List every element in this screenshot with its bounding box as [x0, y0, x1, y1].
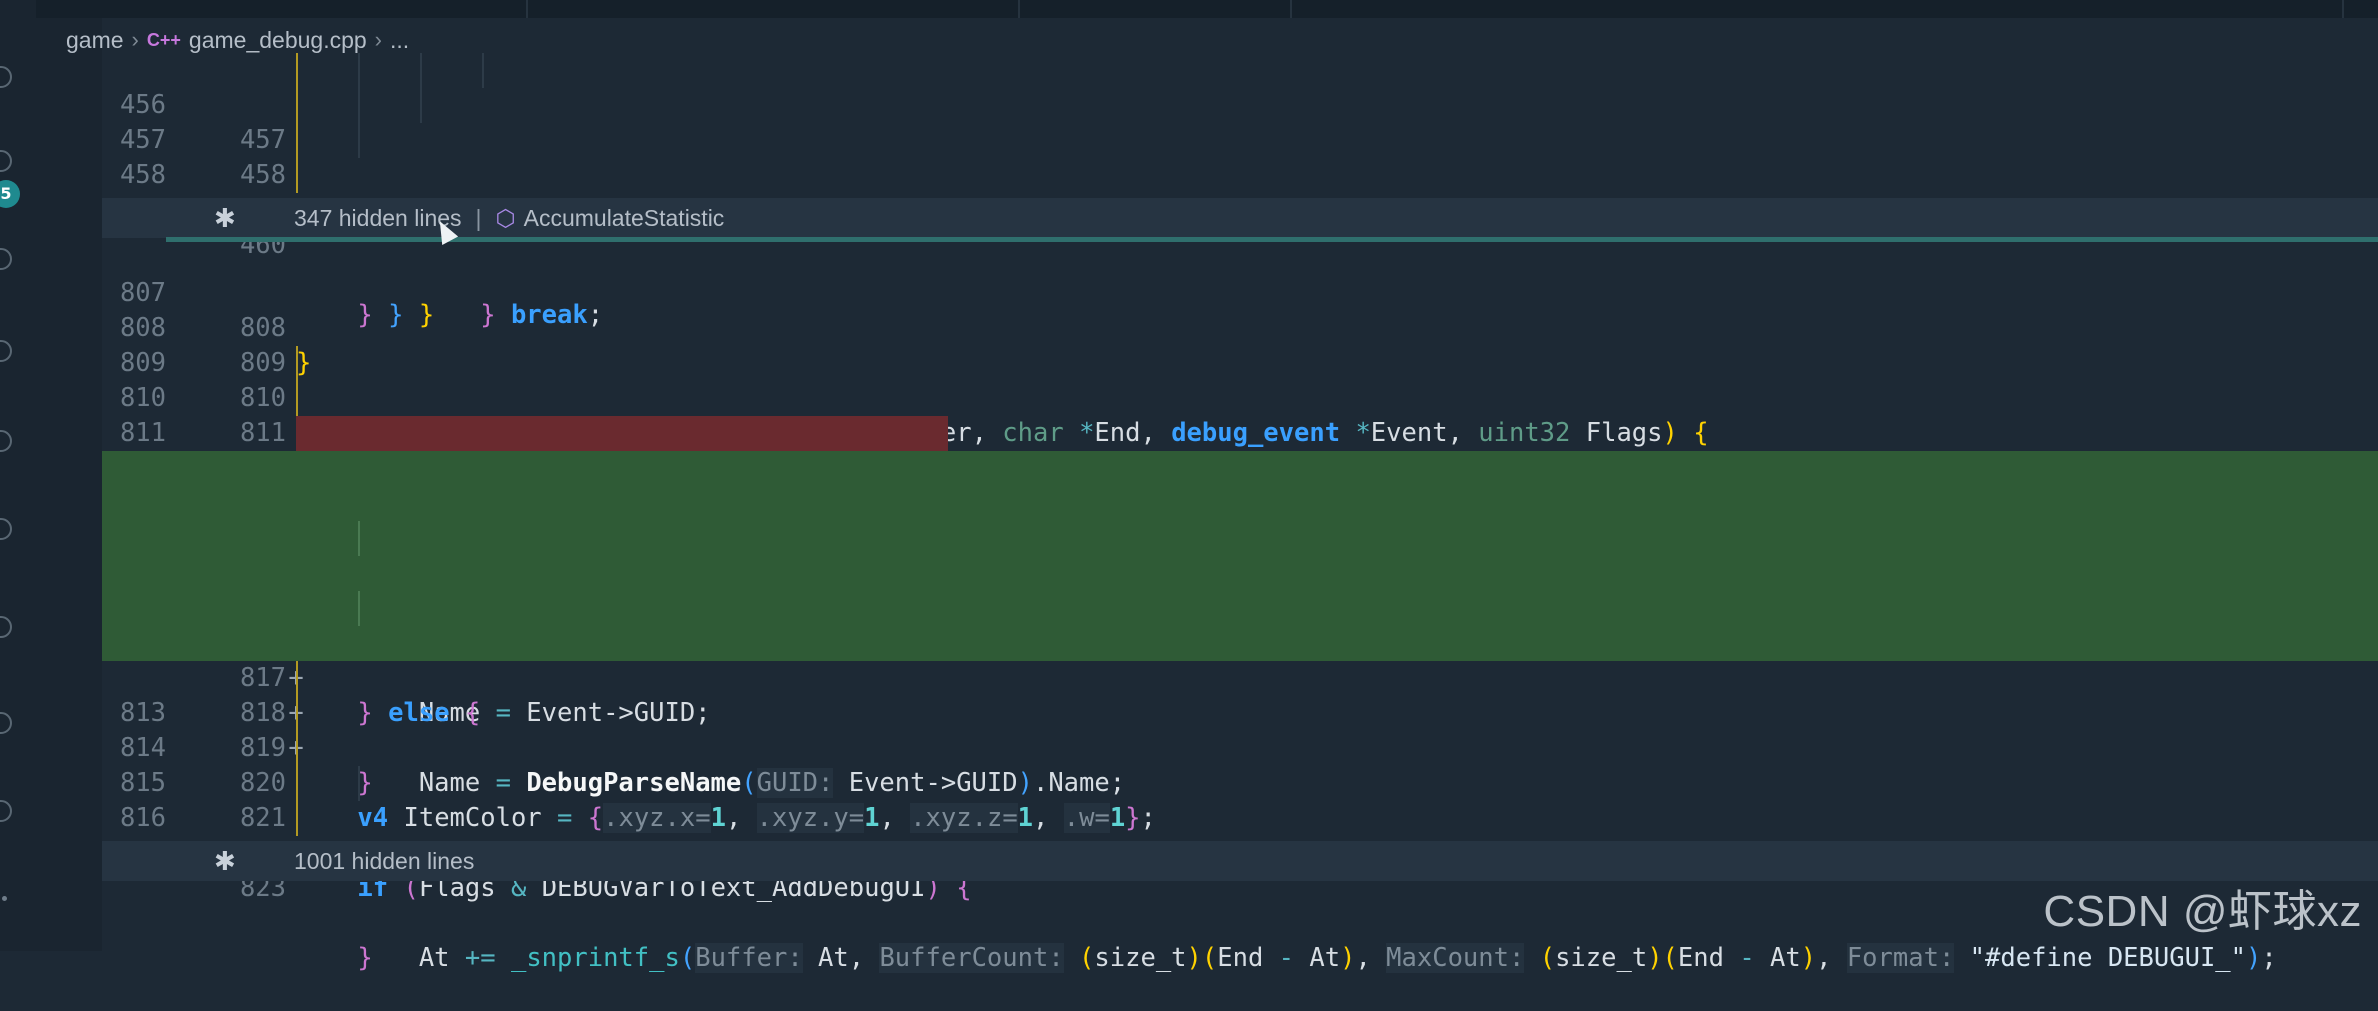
tab[interactable]	[528, 0, 1020, 18]
added-line: 814 + if (0) {	[102, 486, 2378, 658]
added-line: 815 + Name = Event->GUID;	[102, 521, 2378, 728]
indent-guide	[296, 158, 298, 193]
hidden-lines-label[interactable]: 347 hidden lines | ⬡ AccumulateStatistic	[294, 198, 724, 238]
notification-badge: 5	[0, 180, 20, 208]
gutter-background	[36, 0, 102, 951]
added-line: 817 + Name = DebugParseName(GUID: Event-…	[102, 591, 2378, 798]
code-line: 457 458 }	[102, 88, 2378, 330]
book-icon[interactable]	[0, 430, 12, 452]
code-line: 808 809	[102, 276, 2378, 378]
removed-highlight	[296, 416, 948, 451]
indent-guide	[482, 53, 484, 88]
code-line: 816 822 At += _snprintf_s(Buffer: At, Bu…	[102, 766, 2378, 973]
code-line: 456 457 } break;	[102, 53, 2378, 330]
indent-guide	[358, 88, 360, 123]
chevron-right-icon: ›	[374, 27, 382, 52]
code-line: 809 810 internal int64 DEBUGEventToText(…	[102, 311, 2378, 448]
watermark: CSDN @虾球xz	[2043, 887, 2362, 936]
unfold-icon[interactable]: ✱	[214, 198, 236, 238]
code-text[interactable]: At += _snprintf_s(Buffer: At, BufferCoun…	[296, 941, 2277, 976]
added-line: 816 + } else {	[102, 556, 2378, 728]
extensions-icon[interactable]	[0, 518, 12, 540]
unfold-icon[interactable]: ✱	[214, 841, 236, 881]
breadcrumb-file[interactable]: game_debug.cpp	[189, 27, 367, 54]
code-line: 815 821 if (Flags & DEBUGVarToText_AddDe…	[102, 731, 2378, 903]
indent-guide	[358, 123, 360, 158]
code-line: 807 808 }	[102, 241, 2378, 378]
indent-guide	[296, 53, 298, 88]
removed-line: 812 — const char *Name = Event->GUID;	[102, 416, 2378, 623]
indent-guide	[296, 346, 298, 381]
indent-guide	[296, 88, 298, 123]
indent-guide	[296, 123, 298, 158]
diff-editor[interactable]: 456 457 } break; 457 458 } 458 459 } 459…	[102, 53, 2378, 973]
tab[interactable]	[36, 0, 528, 18]
indent-guide	[358, 521, 360, 556]
triangle-icon[interactable]	[0, 712, 12, 734]
symbol-method-icon: ⬡	[495, 205, 516, 231]
code-line: 813 819 v4 ItemColor = {.xyz.x=1, .xyz.y…	[102, 661, 2378, 833]
code-line: 810 811 (void)Flags;	[102, 346, 2378, 518]
source-control-icon[interactable]	[0, 150, 12, 172]
breadcrumb-symbol[interactable]: ...	[390, 27, 409, 54]
indent-guide	[358, 766, 360, 801]
code-line: 459 460 }	[102, 158, 2378, 330]
indent-guide	[420, 53, 422, 88]
code-line: 458 459 }	[102, 123, 2378, 330]
indent-guide	[420, 88, 422, 123]
chevron-right-icon: ›	[131, 27, 139, 52]
indent-guide	[296, 661, 298, 696]
hidden-lines-bar[interactable]: ✱ 1001 hidden lines	[102, 841, 2378, 881]
added-line: 818 + }	[102, 626, 2378, 798]
indent-guide	[296, 731, 298, 766]
tab[interactable]	[1020, 0, 1292, 18]
added-line: 813 + const char *Name = 0;	[102, 451, 2378, 623]
activity-bar: 5	[0, 0, 36, 951]
hidden-lines-count[interactable]: 1001 hidden lines	[294, 841, 474, 881]
indent-guide	[296, 801, 298, 836]
breadcrumb-folder[interactable]: game	[66, 27, 124, 54]
code-line: 814 820 (void)ItemColor;	[102, 696, 2378, 868]
code-line: 811 812 char *At = Buffer;	[102, 381, 2378, 553]
search-icon[interactable]	[0, 66, 12, 88]
indent-guide	[358, 53, 360, 88]
code-line: 817 823 }	[102, 801, 2378, 973]
cpp-file-icon: C++	[146, 29, 181, 50]
debug-icon[interactable]	[0, 248, 12, 270]
database-icon[interactable]	[0, 616, 12, 638]
gear-icon[interactable]	[0, 800, 12, 822]
tab-bar	[36, 0, 2378, 18]
code-text[interactable]: }	[296, 941, 372, 976]
indent-guide	[296, 381, 298, 416]
run-icon[interactable]	[0, 340, 12, 362]
symbol-name[interactable]: AccumulateStatistic	[524, 205, 725, 231]
separator: |	[475, 205, 482, 231]
indent-guide	[296, 766, 298, 801]
more-icon[interactable]	[2, 896, 7, 901]
indent-guide	[358, 591, 360, 626]
tab[interactable]	[1292, 0, 2344, 18]
indent-guide	[296, 696, 298, 731]
